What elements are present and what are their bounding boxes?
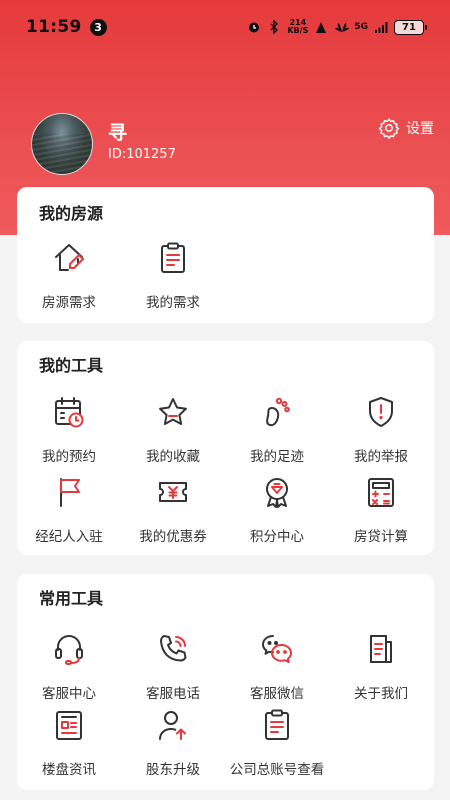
clipboard-icon (156, 241, 190, 275)
status-bar: 11:59 3 214 KB/S 5G 71 (0, 0, 450, 54)
flag-icon (52, 475, 86, 509)
my-report-item[interactable]: 我的举报 (329, 395, 433, 465)
bluetooth-icon (267, 20, 281, 34)
my-coupons-item[interactable]: 我的优惠券 (121, 475, 225, 545)
footprint-icon (260, 395, 294, 429)
network-type: 5G (354, 22, 368, 32)
signal-icon (374, 20, 388, 34)
shareholder-upgrade-label: 股东升级 (146, 762, 200, 778)
my-appointment-label: 我的预约 (42, 449, 96, 465)
property-news-item[interactable]: 楼盘资讯 (17, 708, 121, 778)
network-speed: 214 KB/S (287, 18, 309, 35)
mortgage-calc-label: 房贷计算 (354, 529, 408, 545)
agent-join-label: 经纪人入驻 (35, 529, 103, 545)
about-us-item[interactable]: 关于我们 (329, 632, 433, 702)
my-listings-title: 我的房源 (39, 204, 104, 223)
settings-button[interactable]: 设置 (378, 117, 434, 139)
company-account-item[interactable]: 公司总账号查看 (225, 708, 329, 778)
calendar-clock-icon (52, 395, 86, 429)
coupon-icon (156, 475, 190, 509)
points-center-item[interactable]: 积分中心 (225, 475, 329, 545)
medal-icon (260, 475, 294, 509)
my-listings-card: 我的房源 房源需求 我的需求 (17, 187, 434, 323)
my-tools-card: 我的工具 我的预约 我的收藏 我的足迹 我的举报 经纪人入驻 我的优惠券 积分中… (17, 341, 434, 555)
company-account-label: 公司总账号查看 (229, 762, 325, 778)
calculator-icon (364, 475, 398, 509)
status-time: 11:59 (26, 17, 82, 37)
service-phone-item[interactable]: 客服电话 (121, 632, 225, 702)
service-wechat-label: 客服微信 (250, 686, 304, 702)
my-demand-item[interactable]: 我的需求 (121, 241, 225, 311)
service-wechat-item[interactable]: 客服微信 (225, 632, 329, 702)
ledger-icon (260, 708, 294, 742)
my-favorites-label: 我的收藏 (146, 449, 200, 465)
service-phone-label: 客服电话 (146, 686, 200, 702)
agent-join-item[interactable]: 经纪人入驻 (17, 475, 121, 545)
settings-label: 设置 (406, 121, 434, 137)
house-edit-icon (52, 241, 86, 275)
about-us-label: 关于我们 (354, 686, 408, 702)
my-footprints-item[interactable]: 我的足迹 (225, 395, 329, 465)
huawei-logo-icon (334, 20, 350, 34)
service-center-label: 客服中心 (42, 686, 96, 702)
listing-demand-label: 房源需求 (42, 295, 96, 311)
user-name: 寻 (108, 122, 128, 144)
mortgage-calc-item[interactable]: 房贷计算 (329, 475, 433, 545)
listing-demand-item[interactable]: 房源需求 (17, 241, 121, 311)
property-news-label: 楼盘资讯 (42, 762, 96, 778)
avatar[interactable] (31, 113, 93, 175)
my-coupons-label: 我的优惠券 (139, 529, 207, 545)
shield-alert-icon (364, 395, 398, 429)
my-demand-label: 我的需求 (146, 295, 200, 311)
alarm-icon (247, 20, 261, 34)
my-favorites-item[interactable]: 我的收藏 (121, 395, 225, 465)
my-report-label: 我的举报 (354, 449, 408, 465)
my-footprints-label: 我的足迹 (250, 449, 304, 465)
wechat-icon (260, 632, 294, 666)
my-tools-title: 我的工具 (39, 356, 104, 375)
news-icon (52, 708, 86, 742)
service-center-item[interactable]: 客服中心 (17, 632, 121, 702)
battery-indicator: 71 (394, 19, 427, 35)
star-icon (156, 395, 190, 429)
notification-badge: 3 (89, 18, 107, 36)
my-appointment-item[interactable]: 我的预约 (17, 395, 121, 465)
shareholder-upgrade-item[interactable]: 股东升级 (121, 708, 225, 778)
document-icon (364, 632, 398, 666)
user-id: ID:101257 (108, 147, 176, 162)
user-upgrade-icon (156, 708, 190, 742)
points-center-label: 积分中心 (250, 529, 304, 545)
common-tools-title: 常用工具 (39, 589, 104, 608)
hotspot-icon (314, 20, 328, 34)
phone-icon (156, 632, 190, 666)
headset-icon (52, 632, 86, 666)
gear-icon (378, 117, 400, 139)
common-tools-card: 常用工具 客服中心 客服电话 客服微信 关于我们 楼盘资讯 股东升级 公司总账号… (17, 574, 434, 790)
